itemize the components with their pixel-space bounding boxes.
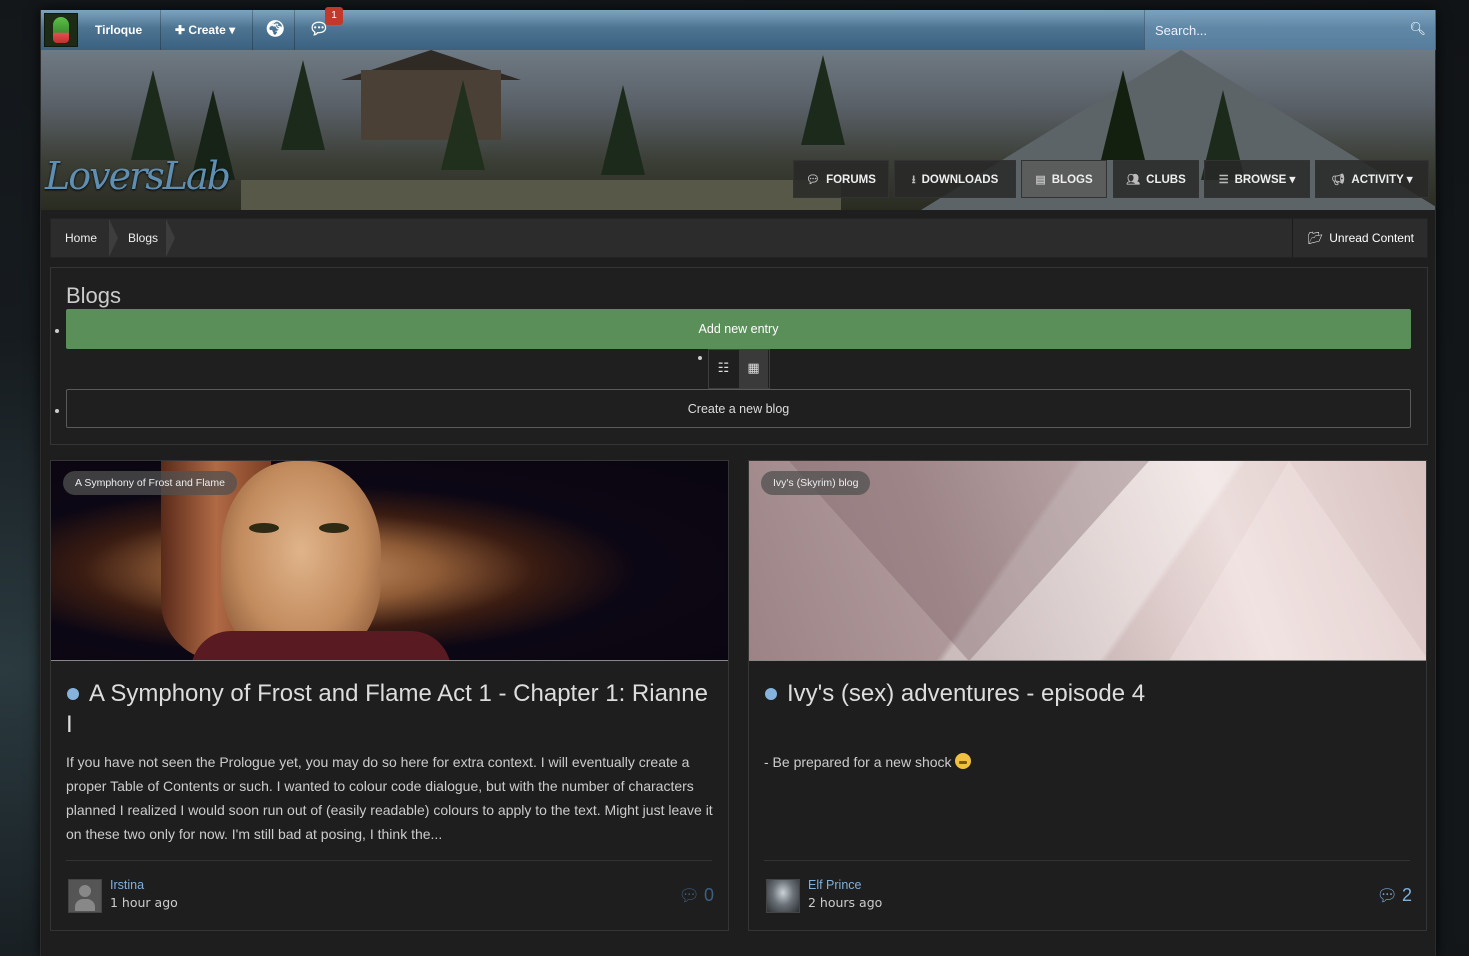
list-bullet	[698, 356, 702, 360]
view-mode-toggle: ☷ ▦	[708, 349, 770, 389]
site-logo[interactable]: LoversLab	[45, 154, 231, 198]
grid-view-icon[interactable]: ▦	[739, 350, 768, 388]
comment-icon: 💬︎	[678, 886, 700, 905]
create-label: Create	[188, 23, 226, 37]
comments-icon: 💬︎	[806, 174, 821, 186]
unread-content-label: Unread Content	[1329, 231, 1414, 245]
comment-count-value: 0	[703, 885, 714, 905]
user-avatar[interactable]	[44, 13, 78, 47]
entry-excerpt: If you have not seen the Prologue yet, y…	[66, 754, 713, 842]
blogs-header: Blogs Add new entry ☷ ▦ Create a new blo…	[50, 267, 1428, 445]
list-bullet	[55, 409, 59, 413]
grimace-emoji-icon	[955, 753, 972, 769]
cover-eye	[249, 523, 279, 533]
cover-eye	[319, 523, 349, 533]
entry-excerpt-text: - Be prepared for a new shock	[764, 754, 952, 770]
caret-down-icon: ▾	[229, 23, 236, 37]
breadcrumb-blogs[interactable]: Blogs	[128, 219, 158, 257]
blog-entry-card: Ivy's (Skyrim) blog Ivy's (sex) adventur…	[748, 460, 1427, 931]
cover-collar	[191, 631, 451, 660]
entry-cover-image[interactable]: A Symphony of Frost and Flame	[51, 461, 728, 661]
list-bullet	[55, 329, 59, 333]
blog-name-badge[interactable]: Ivy's (Skyrim) blog	[761, 471, 871, 495]
download-icon: ⭳	[911, 174, 916, 186]
nav-label: ACTIVITY	[1351, 174, 1404, 186]
comment-icon: 💬︎	[1376, 886, 1398, 905]
divider	[764, 860, 1410, 861]
nav-label: FORUMS	[826, 174, 876, 186]
entry-timestamp: 2 hours ago	[808, 895, 883, 910]
search-icon[interactable]: 🔍︎	[1409, 22, 1426, 37]
add-entry-button[interactable]: Add new entry	[66, 309, 1411, 349]
entry-timestamp: 1 hour ago	[110, 895, 178, 910]
entry-cover-image[interactable]: Ivy's (Skyrim) blog	[749, 461, 1426, 661]
unread-content-link[interactable]: 📂︎ Unread Content	[1292, 219, 1427, 257]
breadcrumb: Home Blogs 📂︎ Unread Content	[50, 218, 1428, 258]
create-blog-button[interactable]: Create a new blog	[66, 389, 1411, 428]
entry-title[interactable]: A Symphony of Frost and Flame Act 1 - Ch…	[66, 678, 716, 740]
create-menu[interactable]: ✚ Create ▾	[165, 10, 253, 50]
nav-forums[interactable]: 💬︎ FORUMS	[793, 160, 889, 198]
nav-label: BLOGS	[1051, 174, 1093, 186]
comment-count-value: 2	[1401, 885, 1412, 905]
nav-activity[interactable]: 📢︎ ACTIVITY ▾	[1315, 160, 1429, 198]
list-icon: ☰	[1218, 174, 1229, 186]
avatar[interactable]	[68, 879, 102, 913]
entry-excerpt: - Be prepared for a new shock	[764, 750, 1414, 774]
notifications-button[interactable]: 🌍︎	[255, 10, 295, 50]
username-label: Tirloque	[95, 23, 143, 37]
blog-icon: ▤	[1035, 174, 1046, 186]
page-container: Tirloque ▾ ✚ Create ▾ 🌍︎ 💬︎ 1 🔍︎	[40, 7, 1436, 956]
breadcrumb-home[interactable]: Home	[65, 219, 97, 257]
folder-open-icon: 📂︎	[1308, 231, 1324, 245]
comment-count[interactable]: 💬︎ 0	[678, 885, 714, 906]
messages-badge: 1	[325, 7, 343, 25]
entry-title-text: Ivy's (sex) adventures - episode 4	[787, 680, 1146, 707]
author-link[interactable]: Elf Prince	[808, 878, 862, 892]
globe-icon: 🌍︎	[265, 21, 286, 38]
comment-count[interactable]: 💬︎ 2	[1376, 885, 1412, 906]
banner-tree	[1101, 70, 1145, 160]
unread-dot-icon	[765, 687, 777, 700]
caret-down-icon: ▾	[1406, 174, 1413, 186]
nav-label: CLUBS	[1146, 174, 1186, 186]
banner-tree	[281, 60, 325, 150]
breadcrumb-separator	[166, 219, 175, 257]
user-menu[interactable]: Tirloque ▾	[85, 10, 161, 77]
nav-label: BROWSE	[1234, 174, 1287, 186]
banner-tree	[131, 70, 175, 160]
plus-icon: ✚	[175, 23, 186, 37]
banner-wall	[241, 180, 841, 210]
entry-title-text: A Symphony of Frost and Flame Act 1 - Ch…	[66, 680, 708, 738]
blog-name-badge[interactable]: A Symphony of Frost and Flame	[63, 471, 237, 495]
banner-tree	[801, 55, 845, 145]
nav-blogs[interactable]: ▤ BLOGS	[1021, 160, 1107, 198]
page-title: Blogs	[66, 283, 122, 308]
breadcrumb-separator	[109, 219, 118, 257]
search-input[interactable]	[1145, 10, 1415, 50]
search-box: 🔍︎	[1144, 10, 1436, 50]
blog-entry-card: A Symphony of Frost and Flame A Symphony…	[50, 460, 729, 931]
header-banner: LoversLab 💬︎ FORUMS ⭳ DOWNLOADS ▤ BLOGS 👥︎ C…	[41, 50, 1435, 210]
nav-downloads[interactable]: ⭳ DOWNLOADS	[894, 160, 1016, 198]
users-icon: 👥︎	[1126, 174, 1141, 186]
list-view-icon[interactable]: ☷	[709, 350, 738, 388]
nav-label: DOWNLOADS	[921, 174, 999, 186]
nav-clubs[interactable]: 👥︎ CLUBS	[1113, 160, 1199, 198]
entry-title[interactable]: Ivy's (sex) adventures - episode 4	[764, 678, 1414, 709]
caret-down-icon: ▾	[1289, 174, 1296, 186]
megaphone-icon: 📢︎	[1331, 174, 1346, 186]
author-link[interactable]: Irstina	[110, 878, 144, 892]
avatar[interactable]	[766, 879, 800, 913]
user-bar: Tirloque ▾ ✚ Create ▾ 🌍︎ 💬︎ 1 🔍︎	[41, 7, 1436, 77]
cover-shape	[1169, 461, 1426, 660]
divider	[66, 860, 712, 861]
nav-browse[interactable]: ☰ BROWSE ▾	[1204, 160, 1310, 198]
banner-tree	[441, 80, 485, 170]
unread-dot-icon	[67, 687, 79, 700]
banner-tree	[601, 85, 645, 175]
